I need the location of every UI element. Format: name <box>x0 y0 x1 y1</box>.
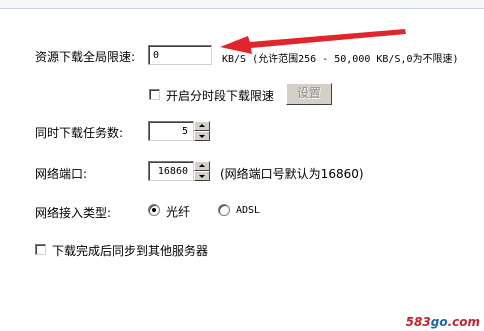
site-watermark: 583go.com <box>406 315 480 329</box>
watermark-prefix: 583 <box>405 315 431 329</box>
red-arrow-annotation <box>220 29 406 54</box>
watermark-suffix: .com <box>447 315 480 329</box>
watermark-middle: go <box>430 315 448 329</box>
